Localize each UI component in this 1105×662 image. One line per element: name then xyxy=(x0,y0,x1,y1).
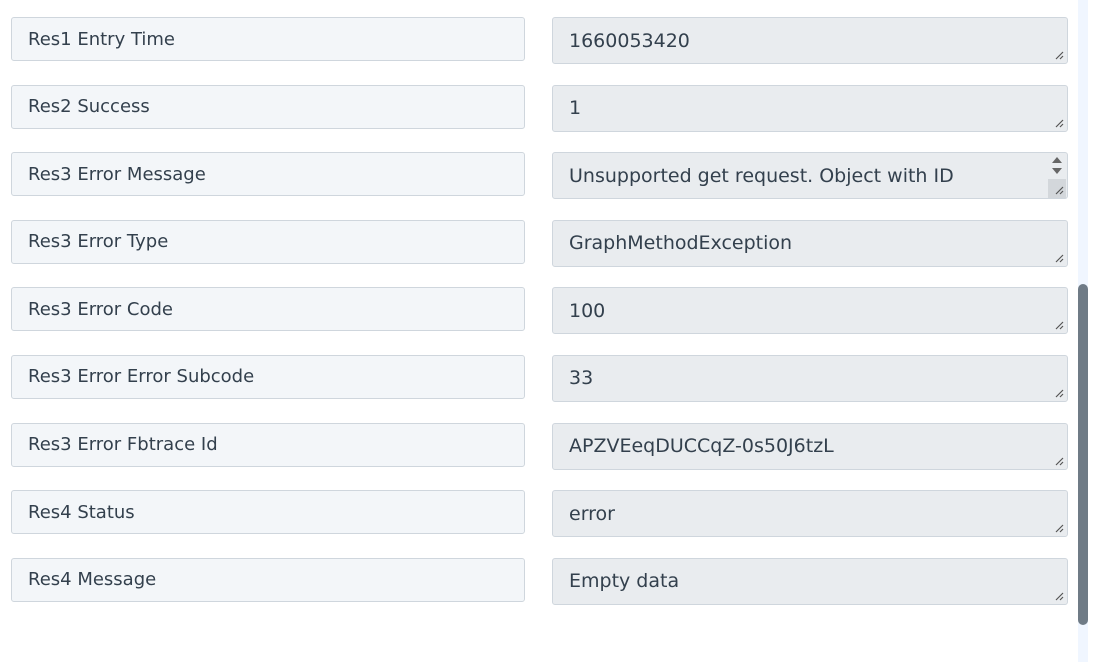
field-value-text: 1 xyxy=(569,97,582,120)
field-value-text: GraphMethodException xyxy=(569,232,793,255)
field-value-text: error xyxy=(569,502,615,525)
field-row-res3-error-message: Res3 Error Message Unsupported get reque… xyxy=(11,152,1068,220)
resize-grip-icon[interactable] xyxy=(1054,118,1064,128)
field-row-res1-entry-time: Res1 Entry Time 1660053420 xyxy=(11,17,1068,85)
resize-grip-icon[interactable] xyxy=(1054,320,1064,330)
field-value-textarea[interactable]: GraphMethodException xyxy=(552,219,1068,267)
field-value-text: 33 xyxy=(569,367,594,390)
resize-grip-icon[interactable] xyxy=(1054,185,1064,195)
field-rows: Res1 Entry Time 1660053420 Res2 Success … xyxy=(11,17,1068,625)
field-value-text: 100 xyxy=(569,299,606,322)
resize-grip-icon[interactable] xyxy=(1054,523,1064,533)
spin-up-icon[interactable] xyxy=(1052,157,1062,164)
spin-down-icon[interactable] xyxy=(1052,168,1062,175)
field-label: Res2 Success xyxy=(11,84,525,129)
resize-grip-icon[interactable] xyxy=(1054,456,1064,466)
field-row-res3-error-type: Res3 Error Type GraphMethodException xyxy=(11,219,1068,288)
field-value-textarea[interactable]: 33 xyxy=(552,354,1068,402)
field-value-textarea[interactable]: Empty data xyxy=(552,557,1068,605)
resize-grip-icon[interactable] xyxy=(1054,591,1064,601)
textarea-scroll-buttons[interactable] xyxy=(1048,154,1066,180)
field-value-textarea[interactable]: 100 xyxy=(552,287,1068,335)
field-label: Res3 Error Error Subcode xyxy=(11,354,525,399)
field-label: Res3 Error Code xyxy=(11,287,525,332)
field-label: Res3 Error Fbtrace Id xyxy=(11,422,525,467)
field-mapping-panel: Res1 Entry Time 1660053420 Res2 Success … xyxy=(0,0,1105,662)
field-value-textarea[interactable]: 1660053420 xyxy=(552,17,1068,64)
field-row-res4-message: Res4 Message Empty data xyxy=(11,557,1068,626)
field-label: Res3 Error Type xyxy=(11,219,525,264)
field-label: Res4 Status xyxy=(11,490,525,535)
page-scrollbar-thumb[interactable] xyxy=(1078,284,1088,625)
resize-grip-icon[interactable] xyxy=(1054,50,1064,60)
field-label: Res3 Error Message xyxy=(11,152,525,197)
field-value-text: APZVEeqDUCCqZ-0s50J6tzL xyxy=(569,435,834,458)
field-label: Res1 Entry Time xyxy=(11,17,525,61)
field-row-res3-error-code: Res3 Error Code 100 xyxy=(11,287,1068,355)
field-value-text: Empty data xyxy=(569,570,680,593)
field-row-res4-status: Res4 Status error xyxy=(11,490,1068,558)
field-row-res2-success: Res2 Success 1 xyxy=(11,84,1068,153)
field-value-textarea[interactable]: 1 xyxy=(552,84,1068,132)
field-value-text: Unsupported get request. Object with ID xyxy=(569,164,954,187)
field-value-textarea[interactable]: error xyxy=(552,490,1068,538)
field-label: Res4 Message xyxy=(11,557,525,602)
field-row-res3-error-subcode: Res3 Error Error Subcode 33 xyxy=(11,354,1068,423)
resize-grip-icon[interactable] xyxy=(1054,253,1064,263)
field-value-text: 1660053420 xyxy=(569,29,690,52)
field-value-textarea[interactable]: APZVEeqDUCCqZ-0s50J6tzL xyxy=(552,422,1068,470)
resize-grip-icon[interactable] xyxy=(1054,388,1064,398)
field-row-res3-error-fbtrace-id: Res3 Error Fbtrace Id APZVEeqDUCCqZ-0s50… xyxy=(11,422,1068,491)
field-value-textarea[interactable]: Unsupported get request. Object with ID xyxy=(552,152,1068,200)
